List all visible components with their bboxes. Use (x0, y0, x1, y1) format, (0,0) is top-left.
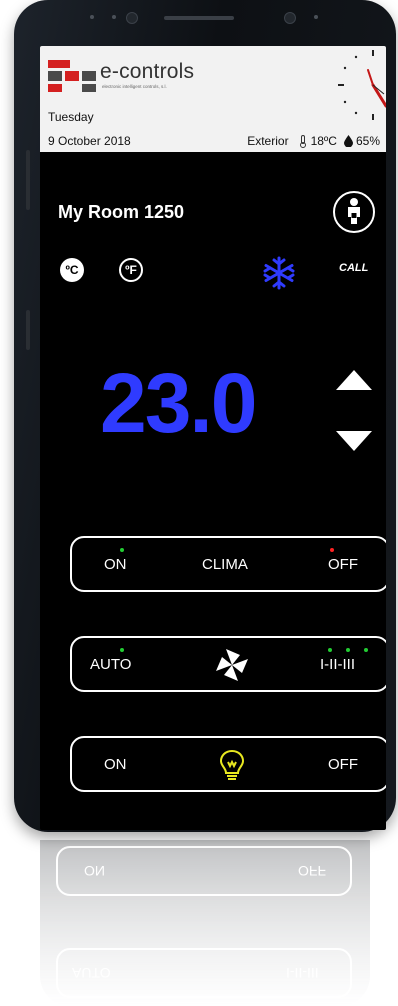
temp-down-arrow-icon[interactable] (336, 431, 372, 451)
reflected-speed-label: I-II-III (286, 965, 319, 981)
sensor-icon (126, 12, 138, 24)
light-off-button[interactable]: OFF (328, 756, 358, 773)
call-button[interactable] (333, 191, 375, 233)
sensor-dot (112, 15, 116, 19)
celsius-button[interactable]: ºC (60, 258, 84, 282)
fan-speed-3-led (364, 648, 368, 652)
volume-button (26, 150, 30, 210)
exterior-temperature: 18ºC (310, 134, 337, 148)
thermometer-icon (299, 134, 306, 148)
fan-auto-led (120, 648, 124, 652)
exterior-weather: Exterior 18ºC 65% (247, 134, 380, 148)
lightbulb-icon[interactable] (216, 748, 248, 782)
weekday-label: Tuesday (48, 110, 94, 124)
setpoint-temperature: 23.0 (100, 356, 257, 450)
reflected-off-label: OFF (298, 863, 326, 879)
date-label: 9 October 2018 (48, 134, 131, 148)
snowflake-icon (263, 256, 295, 290)
brand-name: e-controls (100, 60, 195, 83)
fan-speed-button[interactable]: I-II-III (320, 656, 355, 673)
clima-on-led (120, 548, 124, 552)
humidity-drop-icon (343, 135, 353, 147)
clima-off-button[interactable]: OFF (328, 556, 358, 573)
fan-speed-2-led (346, 648, 350, 652)
exterior-humidity: 65% (355, 134, 380, 148)
sensor-dot (314, 15, 318, 19)
call-label: CALL (339, 262, 369, 274)
fan-speed-1-led (328, 648, 332, 652)
reflected-fan-control: AUTO I-II-III (56, 948, 352, 998)
device-reflection: ON OFF AUTO I-II-III (40, 840, 370, 1006)
power-button (26, 310, 30, 350)
brand-tagline: electronic intelligent controls, s.l. (102, 84, 167, 89)
clima-on-button[interactable]: ON (104, 556, 127, 573)
phone-frame: e-controls electronic intelligent contro… (14, 0, 396, 832)
app-screen: e-controls electronic intelligent contro… (40, 46, 386, 830)
e-controls-logo (48, 60, 98, 94)
clima-off-led (330, 548, 334, 552)
clima-control: ON CLIMA OFF (70, 536, 386, 592)
reflected-auto-label: AUTO (72, 965, 111, 981)
sensor-dot (90, 15, 94, 19)
light-on-button[interactable]: ON (104, 756, 127, 773)
fan-control: AUTO I-II-III (70, 636, 386, 692)
analog-clock-icon (338, 50, 386, 120)
front-camera-icon (284, 12, 296, 24)
earpiece-speaker (164, 16, 234, 20)
temp-up-arrow-icon[interactable] (336, 370, 372, 390)
exterior-label: Exterior (247, 134, 289, 148)
fahrenheit-button[interactable]: ºF (119, 258, 143, 282)
clima-label: CLIMA (202, 556, 248, 573)
header-bar: e-controls electronic intelligent contro… (40, 46, 386, 152)
room-name: My Room 1250 (58, 202, 185, 222)
person-icon (348, 198, 360, 224)
reflected-light-control: ON OFF (56, 846, 352, 896)
reflected-on-label: ON (84, 863, 105, 879)
fan-auto-button[interactable]: AUTO (90, 656, 131, 673)
fan-icon[interactable] (213, 646, 251, 684)
light-control: ON OFF (70, 736, 386, 792)
